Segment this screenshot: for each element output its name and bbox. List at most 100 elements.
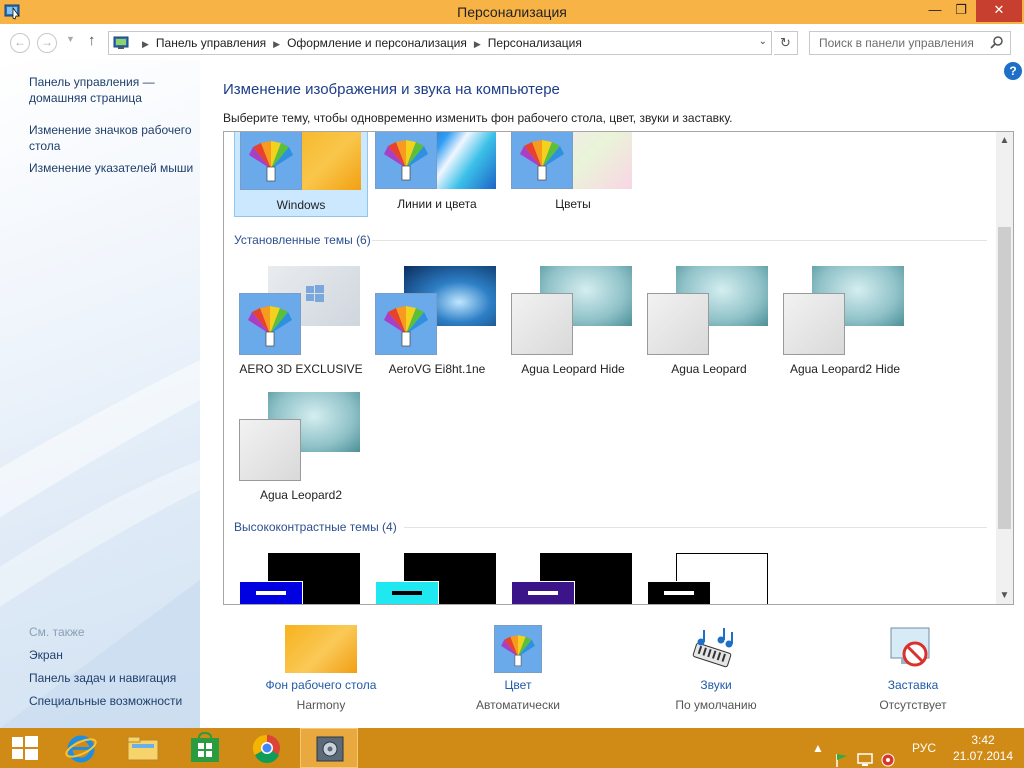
taskbar: ▲ РУС 3:42 21.07.2014 [0,728,1024,768]
clock[interactable]: 3:42 21.07.2014 [948,732,1018,764]
page-description: Выберите тему, чтобы одновременно измени… [223,111,733,125]
themes-scrollbar[interactable]: ▲ ▼ [996,132,1013,604]
option-value: Автоматически [476,698,560,712]
file-explorer-icon[interactable] [114,728,172,768]
theme-color-swatch [647,293,709,355]
theme-high-contrast-2[interactable] [370,553,504,604]
close-button[interactable]: ✕ [976,0,1022,22]
input-language[interactable]: РУС [912,741,936,768]
themes-list[interactable]: Windows Линии и цвета Цветы Установленны… [223,131,1014,605]
theme-color-swatch [375,581,439,604]
installed-themes-heading[interactable]: Установленные темы (6) [234,233,371,247]
address-dropdown-icon[interactable]: ⌄ [759,36,767,47]
palette-icon[interactable] [494,625,542,673]
theme-label: Agua Leopard2 [259,488,343,502]
start-button-icon[interactable] [0,728,50,768]
breadcrumb-personalization[interactable]: Персонализация [488,36,582,50]
help-icon[interactable]: ? [1004,62,1022,80]
theme-label: AeroVG Ei8ht.1ne [388,362,486,376]
store-icon[interactable] [176,728,234,768]
theme-lines-and-colors[interactable]: Линии и цвета [370,132,504,217]
theme-label: Windows [276,198,326,212]
theme-flowers[interactable]: Цветы [506,132,640,217]
window-title: Персонализация [457,4,567,20]
breadcrumb-appearance[interactable]: Оформление и персонализация [287,36,467,50]
search-icon[interactable] [990,35,1004,49]
scroll-down-icon[interactable]: ▼ [996,587,1013,604]
option-link[interactable]: Звуки [636,678,796,692]
theme-color-swatch [511,581,575,604]
theme-label: Agua Leopard Hide [521,362,625,376]
palette-icon [511,132,573,189]
option-value: Harmony [296,698,346,712]
see-also-heading: См. также [29,625,85,639]
theme-high-contrast-white[interactable] [642,553,776,604]
option-value: Отсутствует [879,698,947,712]
theme-color-swatch [511,293,573,355]
breadcrumb-separator-icon[interactable]: ▶ [273,39,280,49]
theme-label: Цветы [555,197,591,211]
option-link[interactable]: Фон рабочего стола [241,678,401,692]
action-center-flag-icon[interactable] [834,740,850,768]
navigation-bar: ← → ▼ ↑ ▶ Панель управления ▶ Оформление и … [0,24,1024,60]
screen-saver-icon[interactable] [887,624,937,674]
theme-color-swatch [239,419,301,481]
theme-agua-leopard2[interactable]: Agua Leopard2 [234,392,368,502]
breadcrumb: ▶ Панель управления ▶ Оформление и персонал… [135,36,582,50]
recent-locations-dropdown[interactable]: ▼ [66,34,75,44]
breadcrumb-separator-icon[interactable]: ▶ [142,39,149,49]
search-placeholder: Поиск в панели управления [819,36,974,50]
breadcrumb-separator-icon[interactable]: ▶ [474,39,481,49]
palette-icon [239,293,301,355]
theme-high-contrast-1[interactable] [234,553,368,604]
option-link[interactable]: Цвет [438,678,598,692]
control-panel-taskbar-button[interactable] [300,728,358,768]
address-bar[interactable]: ▶ Панель управления ▶ Оформление и персонал… [108,31,772,55]
theme-label: AERO 3D EXCLUSIVE [239,362,363,376]
back-button[interactable]: ← [10,33,30,53]
minimize-button[interactable]: — [922,0,948,22]
network-icon[interactable] [857,740,873,768]
theme-label: Agua Leopard2 Hide [789,362,901,376]
refresh-button[interactable]: ↻ [774,31,798,55]
scroll-up-icon[interactable]: ▲ [996,132,1013,149]
internet-explorer-icon[interactable] [52,728,110,768]
theme-agua-leopard-hide[interactable]: Agua Leopard Hide [506,266,640,376]
see-also-accessibility[interactable]: Специальные возможности [29,693,182,709]
theme-agua-leopard[interactable]: Agua Leopard [642,266,776,376]
breadcrumb-control-panel[interactable]: Панель управления [156,36,266,50]
section-divider [372,240,987,241]
scrollbar-thumb[interactable] [998,227,1011,529]
sidebar-link-desktop-icons[interactable]: Изменение значков рабочего стола [29,122,192,154]
title-bar: Персонализация — ❐ ✕ [0,0,1024,24]
theme-color-swatch [239,581,303,604]
theme-high-contrast-3[interactable] [506,553,640,604]
forward-button[interactable]: → [37,33,57,53]
see-also-taskbar[interactable]: Панель задач и навигация [29,670,176,686]
theme-label: Agua Leopard [671,362,747,376]
theme-aerovg-ei8ht1ne[interactable]: AeroVG Ei8ht.1ne [370,266,504,376]
settings-icon [316,736,344,762]
maximize-button[interactable]: ❐ [948,0,974,22]
up-button[interactable]: ↑ [88,32,96,49]
see-also-display[interactable]: Экран [29,647,63,663]
show-hidden-icons[interactable]: ▲ [812,741,824,768]
volume-icon[interactable] [880,740,896,768]
option-link[interactable]: Заставка [833,678,993,692]
sounds-icon[interactable] [690,624,740,674]
theme-aero-3d-exclusive[interactable]: AERO 3D EXCLUSIVE [234,266,368,376]
theme-agua-leopard2-hide[interactable]: Agua Leopard2 Hide [778,266,912,376]
sidebar: Панель управления — домашняя страница Из… [0,60,200,728]
control-panel-icon [113,36,129,49]
wallpaper-icon[interactable] [285,625,357,673]
palette-icon [375,132,437,189]
theme-windows[interactable]: Windows [234,132,368,217]
search-input[interactable]: Поиск в панели управления [809,31,1011,55]
theme-color-swatch [783,293,845,355]
sidebar-link-home[interactable]: Панель управления — домашняя страница [29,74,155,106]
sidebar-link-mouse-pointers[interactable]: Изменение указателей мыши [29,160,193,176]
chrome-icon[interactable] [238,728,296,768]
clock-time: 3:42 [971,733,995,747]
high-contrast-heading[interactable]: Высококонтрастные темы (4) [234,520,397,534]
section-divider [404,527,987,528]
